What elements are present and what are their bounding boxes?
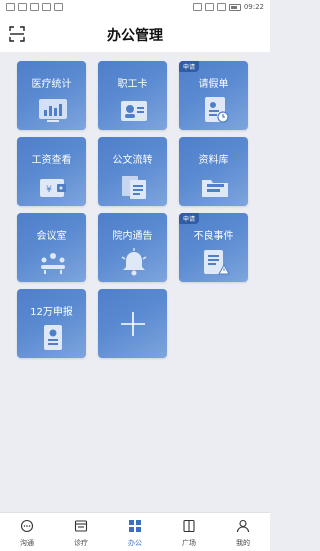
tile-label: 公文流转	[112, 155, 153, 166]
vibrate-icon	[204, 3, 214, 11]
tab-mine[interactable]: 我的	[216, 513, 270, 551]
status-icons-left	[6, 3, 63, 11]
tab-label: 沟通	[20, 539, 34, 547]
tile-label: 会议室	[36, 231, 67, 242]
tile-staff-card[interactable]: 职工卡	[98, 61, 167, 130]
apply-badge: 申请	[179, 61, 200, 72]
chat-icon	[20, 519, 34, 533]
status-icons-right: 09:22	[192, 3, 264, 11]
tab-label: 办公	[128, 539, 142, 547]
office-grid: 医疗统计 职工卡 申请 请假单 工资查看 ¥ 公文流转 资料库 会议室 院内通告…	[17, 61, 248, 358]
tile-label: 院内通告	[112, 231, 153, 242]
tab-label: 广场	[182, 539, 196, 547]
tab-clinic[interactable]: 诊疗	[54, 513, 108, 551]
tile-label: 职工卡	[117, 79, 148, 90]
status-bar: 09:22	[0, 0, 270, 16]
tile-label: 请假单	[198, 79, 229, 90]
app-header: 办公管理	[0, 16, 270, 52]
tab-office[interactable]: 办公	[108, 513, 162, 551]
wifi-icon	[18, 3, 27, 11]
wifi-icon	[216, 3, 226, 11]
tile-adverse-event[interactable]: 申请 不良事件	[179, 213, 248, 282]
app-icon	[42, 3, 51, 11]
tab-square[interactable]: 广场	[162, 513, 216, 551]
leave-form-icon	[205, 97, 229, 123]
tile-leave-form[interactable]: 申请 请假单	[179, 61, 248, 130]
tile-library[interactable]: 资料库	[179, 137, 248, 206]
person-icon	[236, 519, 250, 533]
tile-salary[interactable]: 工资查看 ¥	[17, 137, 86, 206]
alarm-icon	[192, 3, 202, 11]
folder-icon	[202, 180, 228, 197]
id-card-icon	[121, 101, 147, 121]
tab-chat[interactable]: 沟通	[0, 513, 54, 551]
sim-icon	[6, 3, 15, 11]
chart-icon	[39, 99, 67, 122]
document-flow-icon	[122, 176, 146, 199]
add-app-button[interactable]	[98, 289, 167, 358]
tile-120k-report[interactable]: 12万申报	[17, 289, 86, 358]
tile-medical-stats[interactable]: 医疗统计	[17, 61, 86, 130]
tile-label: 工资查看	[31, 155, 72, 166]
app-icon	[30, 3, 39, 11]
wallet-icon: ¥	[40, 179, 66, 197]
battery-icon	[228, 3, 241, 11]
tile-announcement[interactable]: 院内通告	[98, 213, 167, 282]
app-icon	[54, 3, 63, 11]
tile-label: 不良事件	[193, 231, 234, 242]
tile-label: 资料库	[198, 155, 229, 166]
office-grid-icon	[129, 520, 141, 532]
plus-icon	[121, 312, 145, 336]
tab-label: 我的	[236, 539, 250, 547]
tile-label: 医疗统计	[31, 79, 72, 90]
tile-label: 12万申报	[30, 307, 73, 318]
tile-meeting-room[interactable]: 会议室	[17, 213, 86, 282]
bottom-tab-bar: 沟通 诊疗 办公 广场 我的	[0, 512, 270, 551]
tile-document-flow[interactable]: 公文流转	[98, 137, 167, 206]
meeting-icon	[41, 253, 65, 274]
warning-list-icon	[204, 250, 230, 275]
report-icon	[44, 325, 62, 350]
apply-badge: 申请	[179, 213, 200, 224]
tab-label: 诊疗	[74, 539, 88, 547]
clinic-icon	[74, 520, 88, 532]
svg-text:¥: ¥	[46, 185, 52, 195]
status-time: 09:22	[243, 3, 264, 11]
page-title: 办公管理	[107, 28, 163, 44]
bell-icon	[121, 248, 147, 276]
book-icon	[183, 519, 195, 533]
